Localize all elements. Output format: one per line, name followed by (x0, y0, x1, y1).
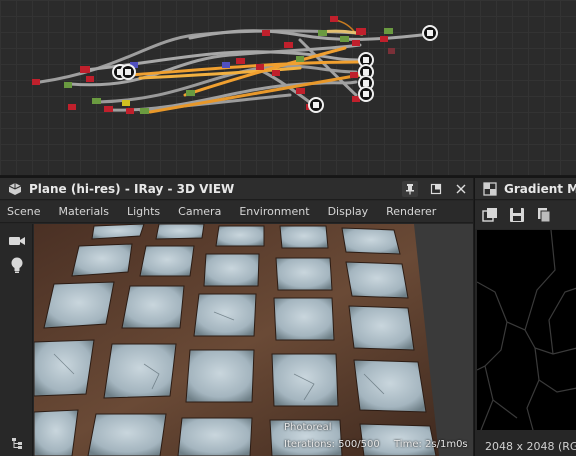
viewport-tool-strip (0, 224, 33, 456)
render-iterations: Iterations: 500/500 (284, 439, 380, 450)
3d-view-header: Plane (hi-res) - IRay - 3D VIEW (0, 178, 473, 200)
rendered-tile-plane (34, 224, 473, 456)
pin-icon[interactable] (402, 181, 418, 197)
hierarchy-icon[interactable] (8, 434, 26, 452)
3d-view-title: Plane (hi-res) - IRay - 3D VIEW (29, 181, 235, 196)
export-icon[interactable] (481, 206, 499, 224)
maximize-icon[interactable] (428, 181, 444, 197)
menu-materials[interactable]: Materials (59, 205, 109, 218)
menu-display[interactable]: Display (328, 205, 369, 218)
gradient-map-panel: Gradient Ma 2048 x 2048 (RG (474, 178, 576, 456)
3d-viewport[interactable]: Photoreal Iterations: 500/500 Time: 2s/1… (34, 224, 473, 456)
save-icon[interactable] (508, 206, 526, 224)
gradient-map-header: Gradient Ma (475, 178, 576, 200)
gradient-map-preview[interactable] (477, 230, 576, 430)
gradient-map-image (477, 230, 576, 430)
menu-lights[interactable]: Lights (127, 205, 160, 218)
node-graph-wires (32, 16, 438, 114)
3d-view-menu-bar: Scene Materials Lights Camera Environmen… (0, 201, 473, 223)
3d-view-panel: Plane (hi-res) - IRay - 3D VIEW Scene Ma… (0, 178, 473, 456)
3d-view-panel-icon (8, 182, 22, 196)
render-mode-label: Photoreal (284, 422, 332, 433)
camera-icon[interactable] (8, 232, 26, 250)
render-time: Time: 2s/1m0s (394, 439, 468, 450)
gradient-map-title: Gradient Ma (504, 181, 576, 196)
texture-resolution: 2048 x 2048 (RG (485, 440, 576, 453)
menu-scene[interactable]: Scene (7, 205, 41, 218)
copy-icon[interactable] (535, 206, 553, 224)
menu-camera[interactable]: Camera (178, 205, 221, 218)
node-graph-canvas[interactable] (0, 0, 576, 176)
menu-environment[interactable]: Environment (239, 205, 309, 218)
gradient-map-toolbar (475, 201, 576, 229)
menu-renderer[interactable]: Renderer (386, 205, 436, 218)
light-bulb-icon[interactable] (8, 256, 26, 274)
2d-view-panel-icon (483, 181, 497, 196)
close-icon[interactable] (453, 181, 469, 197)
